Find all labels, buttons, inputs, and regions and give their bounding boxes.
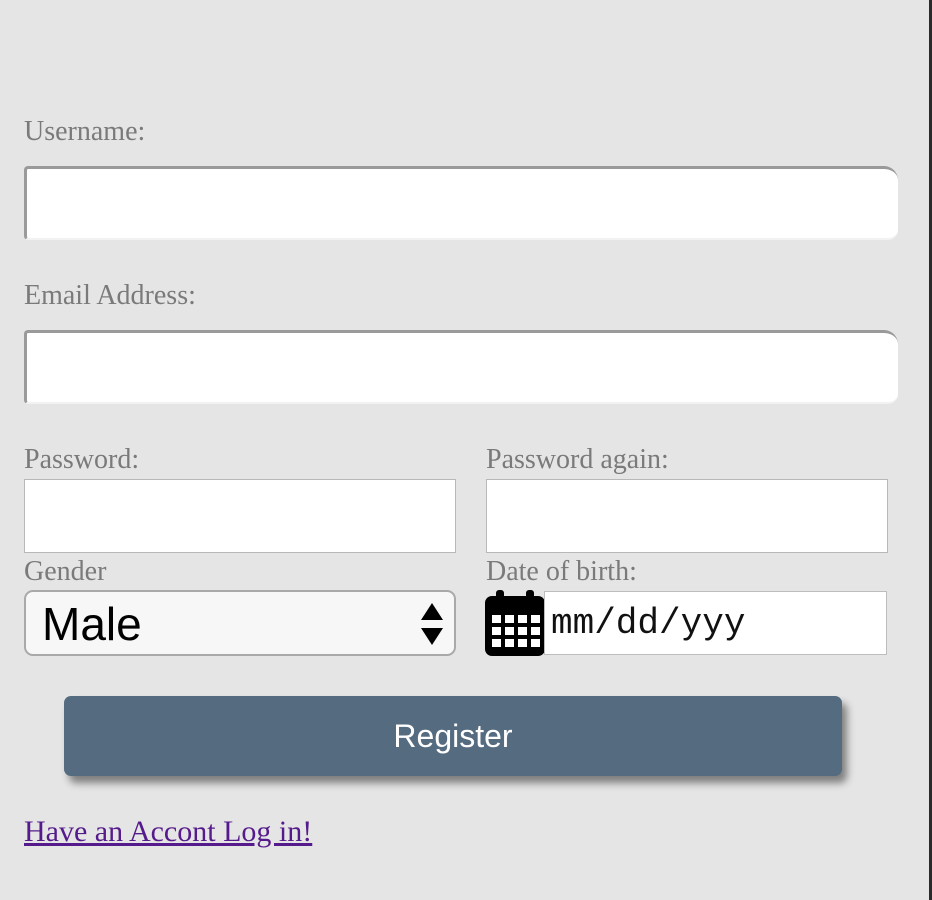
password-again-label: Password again: bbox=[486, 444, 669, 475]
username-label: Username: bbox=[24, 116, 146, 147]
calendar-icon[interactable] bbox=[484, 589, 546, 657]
email-label: Email Address: bbox=[24, 280, 196, 311]
password-label: Password: bbox=[24, 444, 140, 475]
dob-placeholder: mm/dd/yyy bbox=[551, 603, 746, 644]
gender-select[interactable]: Male bbox=[24, 590, 456, 656]
password-again-input[interactable] bbox=[486, 479, 888, 553]
password-input[interactable] bbox=[24, 479, 456, 553]
login-link[interactable]: Have an Accont Log in! bbox=[24, 815, 312, 849]
dob-input[interactable]: mm/dd/yyy bbox=[544, 591, 887, 655]
gender-label: Gender bbox=[24, 556, 107, 587]
username-input[interactable] bbox=[24, 166, 898, 240]
register-button[interactable]: Register bbox=[64, 696, 842, 776]
up-down-arrows-icon bbox=[421, 603, 443, 645]
gender-select-value: Male bbox=[42, 598, 142, 650]
email-input[interactable] bbox=[24, 330, 898, 404]
dob-label: Date of birth: bbox=[486, 556, 637, 587]
